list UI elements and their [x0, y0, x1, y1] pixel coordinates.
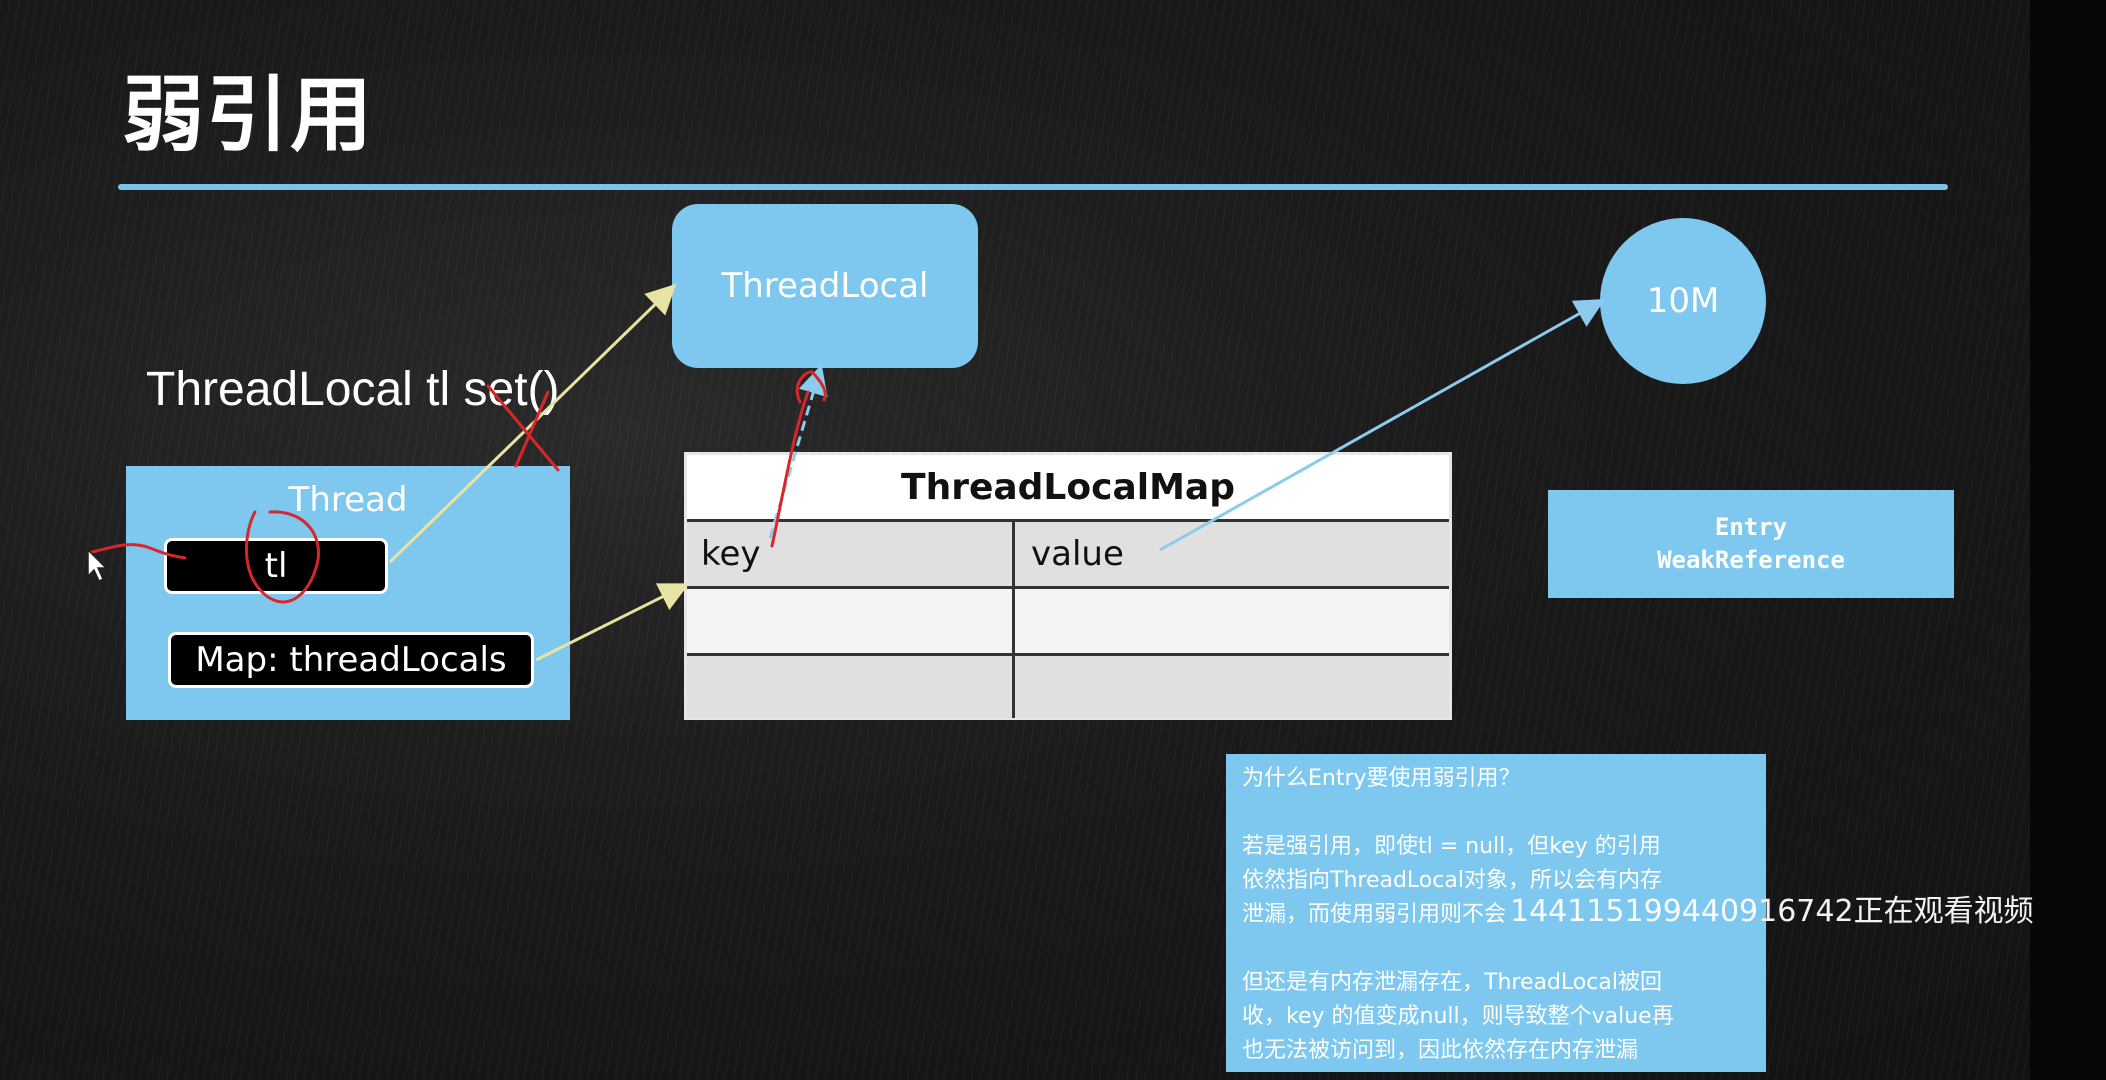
- arrow-value-to-10m: [1159, 299, 1606, 552]
- arrow-map-to-table: [535, 583, 690, 662]
- red-annotations: [90, 370, 827, 604]
- mouse-cursor-icon: [87, 548, 108, 583]
- viewer-watermark: 14411519944091674​2正在观看视频: [1510, 894, 2034, 929]
- arrow-tl-to-threadlocal: [388, 283, 677, 564]
